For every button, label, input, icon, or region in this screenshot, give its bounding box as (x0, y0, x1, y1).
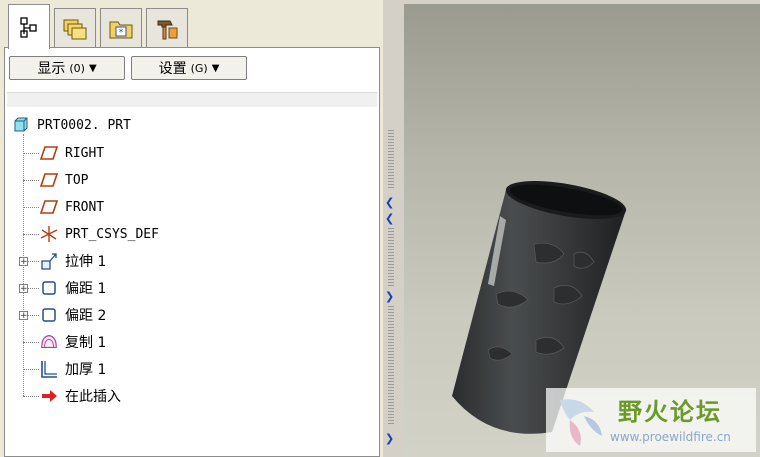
favorites-folder-icon: * (109, 21, 133, 38)
settings-menu-button[interactable]: 设置 (G) ▼ (131, 56, 247, 80)
tree-filter-bar[interactable] (7, 92, 377, 107)
tree-connector (23, 180, 39, 181)
tree-connector (23, 234, 39, 235)
tree-item-label: 复制 1 (65, 335, 107, 351)
folder-browser-tab[interactable] (54, 8, 96, 48)
expand-right-icon[interactable]: ❯ (385, 432, 394, 445)
watermark-title: 野火论坛 (618, 398, 722, 426)
offset-icon (39, 278, 59, 298)
show-menu-button[interactable]: 显示 (0) ▼ (9, 56, 125, 80)
tree-item-offset-2[interactable]: 偏距 2 (39, 302, 106, 328)
tree-item-label: 偏距 2 (65, 308, 107, 324)
tree-item-label: TOP (65, 172, 89, 188)
tree-item-label: 偏距 1 (65, 281, 107, 297)
tree-item-label: RIGHT (65, 145, 105, 161)
thicken-icon (39, 359, 59, 379)
tree-item-label: PRT_CSYS_DEF (65, 226, 159, 242)
datum-plane-icon (39, 197, 59, 217)
tree-item-label: 拉伸 1 (65, 254, 107, 270)
expand-offset1-toggle[interactable]: + (19, 284, 28, 294)
model-tree-panel: * 显示 (0) ▼ 设置 (G) ▼ PRT0002. PRT RIGHT T… (0, 0, 383, 457)
favorites-tab[interactable]: * (100, 8, 142, 48)
extrude-icon (39, 251, 59, 271)
model-tree-tab[interactable] (8, 4, 50, 49)
tree-item-offset-1[interactable]: 偏距 1 (39, 275, 106, 301)
splitter-grip (388, 130, 394, 190)
chevron-down-icon: ▼ (88, 62, 97, 74)
navigator-tabs: * (2, 4, 382, 49)
tree-connector (27, 261, 39, 262)
settings-menu-accel: (G) (190, 61, 208, 75)
tools-tab[interactable] (146, 8, 188, 48)
folders-icon (63, 19, 87, 39)
tree-root-item[interactable]: PRT0002. PRT (11, 112, 131, 138)
offset-icon (39, 305, 59, 325)
tree-item-label: 加厚 1 (65, 362, 107, 378)
show-menu-accel: (0) (69, 61, 85, 75)
expand-right-icon[interactable]: ❯ (385, 290, 394, 303)
copy-surface-icon (39, 332, 59, 352)
tree-item-csys[interactable]: PRT_CSYS_DEF (39, 221, 159, 247)
tree-connector (23, 396, 39, 397)
tree-connector (27, 315, 39, 316)
model-tree-body: 显示 (0) ▼ 设置 (G) ▼ PRT0002. PRT RIGHT TOP… (4, 47, 380, 457)
tree-connector (23, 153, 39, 154)
tree-connector (23, 369, 39, 370)
tree-toolbar: 显示 (0) ▼ 设置 (G) ▼ (9, 56, 247, 80)
svg-text:*: * (119, 28, 124, 38)
chevron-down-icon: ▼ (211, 62, 220, 74)
coordinate-system-icon (39, 224, 59, 244)
tree-connector (27, 288, 39, 289)
panel-splitter[interactable]: ❮ ❮ ❯ ❯ (383, 0, 399, 457)
expand-extrude-toggle[interactable]: + (19, 257, 28, 267)
tree-item-copy[interactable]: 复制 1 (39, 329, 106, 355)
collapse-left-icon[interactable]: ❮ (385, 196, 394, 209)
collapse-left-icon[interactable]: ❮ (385, 212, 394, 225)
show-menu-label: 显示 (37, 61, 66, 77)
tree-connector (23, 342, 39, 343)
tree-item-right[interactable]: RIGHT (39, 140, 104, 166)
tree-item-label: FRONT (65, 199, 105, 215)
insert-here-arrow-icon (39, 386, 59, 406)
tree-item-label: 在此插入 (65, 389, 121, 405)
tree-item-extrude[interactable]: 拉伸 1 (39, 248, 106, 274)
settings-menu-label: 设置 (158, 61, 187, 77)
hammer-icon (157, 20, 178, 39)
tree-connector (23, 207, 39, 208)
model-tree-icon (20, 17, 37, 38)
tree-root-label: PRT0002. PRT (37, 117, 131, 133)
splitter-grip (388, 306, 394, 426)
forum-logo-icon (560, 399, 602, 446)
datum-plane-icon (39, 143, 59, 163)
part-icon (11, 115, 31, 135)
forum-watermark: 野火论坛 www.proewildfire.cn (546, 388, 756, 452)
splitter-grip (388, 228, 394, 286)
datum-plane-icon (39, 170, 59, 190)
expand-offset2-toggle[interactable]: + (19, 311, 28, 321)
watermark-url: www.proewildfire.cn (610, 430, 731, 444)
tree-item-top[interactable]: TOP (39, 167, 88, 193)
tree-item-thicken[interactable]: 加厚 1 (39, 356, 106, 382)
tree-item-front[interactable]: FRONT (39, 194, 104, 220)
tree-item-insert-here[interactable]: 在此插入 (39, 383, 121, 409)
